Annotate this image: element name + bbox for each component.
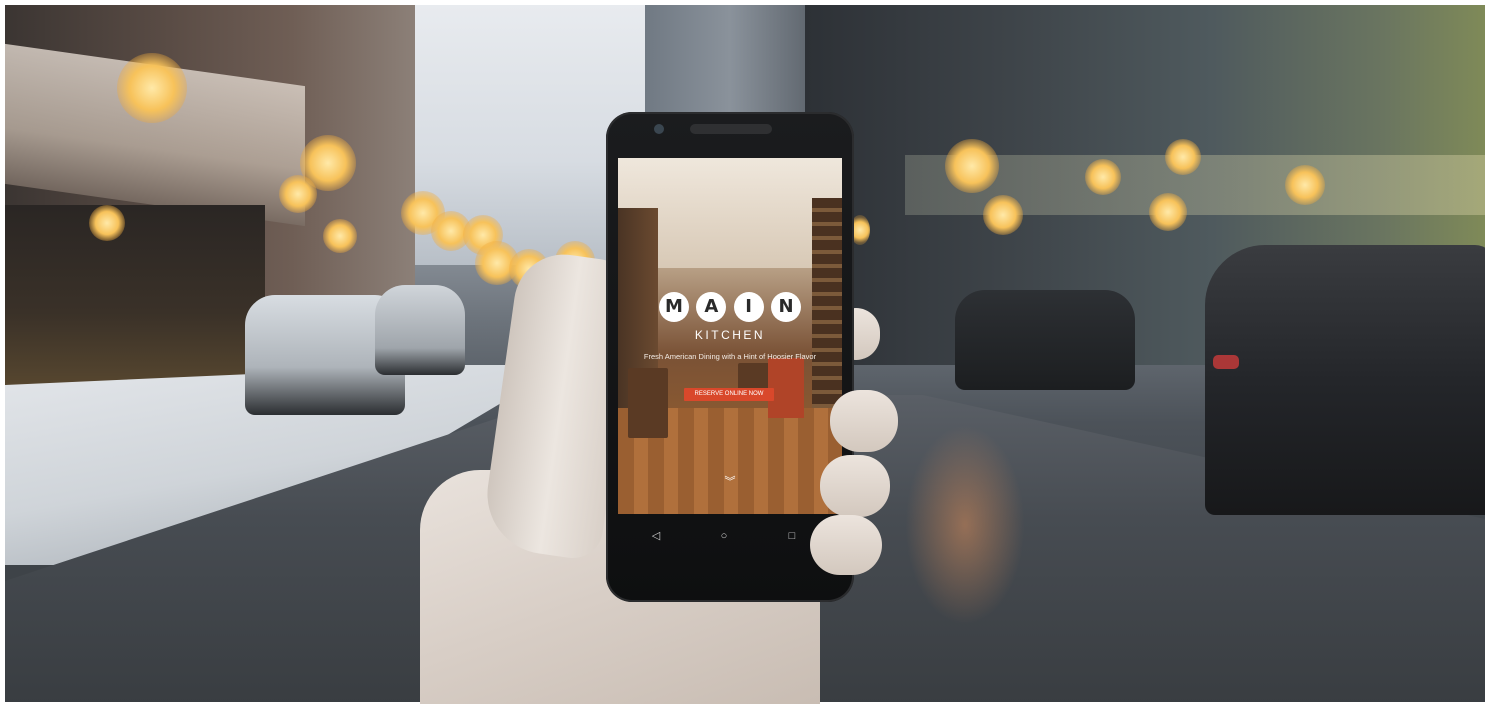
earpiece-speaker (690, 124, 772, 134)
finger (830, 390, 898, 452)
street-light-bokeh (1165, 139, 1201, 175)
android-nav-bar: ◁ ○ □ (618, 516, 842, 556)
tail-light (1213, 355, 1239, 369)
street-light-bokeh (279, 175, 317, 213)
parked-car (1205, 245, 1485, 515)
booth (628, 368, 668, 438)
street-light-bokeh (117, 53, 187, 123)
light-reflection (905, 425, 1025, 625)
back-icon[interactable]: ◁ (646, 526, 666, 546)
parked-car (955, 290, 1135, 390)
logo-letter: N (770, 292, 801, 322)
street-light-bokeh (323, 219, 357, 253)
front-camera (654, 124, 664, 134)
logo-letter: M (659, 292, 689, 322)
reserve-online-button[interactable]: RESERVE ONLINE NOW (684, 388, 774, 401)
main-logo: M A I N (659, 292, 801, 322)
street-light-bokeh (1085, 159, 1121, 195)
street-light-bokeh (1149, 193, 1187, 231)
chevron-double-down-icon[interactable]: ︾ (720, 474, 740, 490)
logo-subtitle: KITCHEN (694, 328, 766, 342)
home-icon[interactable]: ○ (714, 526, 734, 546)
street-light-bokeh (89, 205, 125, 241)
storefront-left (5, 205, 265, 385)
street-light-bokeh (1285, 165, 1325, 205)
phone-screen: M A I N KITCHEN Fresh American Dining wi… (618, 158, 842, 514)
street-light-bokeh (983, 195, 1023, 235)
finger (820, 455, 890, 517)
parked-car (375, 285, 465, 375)
street-light-bokeh (945, 139, 999, 193)
logo-letter: I (733, 292, 764, 322)
recent-apps-icon[interactable]: □ (782, 526, 802, 546)
logo-letter: A (696, 292, 727, 322)
finger (810, 515, 882, 575)
tagline: Fresh American Dining with a Hint of Hoo… (643, 352, 817, 361)
